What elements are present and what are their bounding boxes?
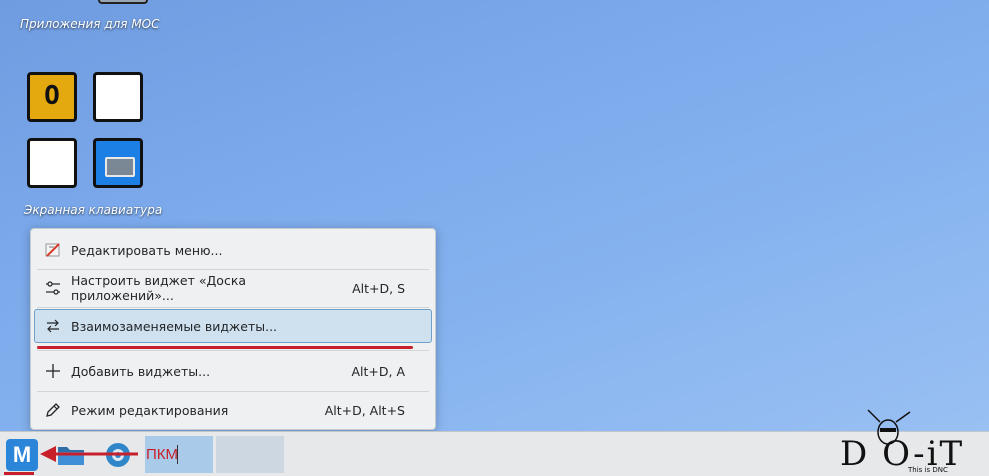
menu-item-edit-menu[interactable]: Редактировать меню... <box>34 233 432 267</box>
menu-item-shortcut: Alt+D, Alt+S <box>324 402 405 418</box>
task-item[interactable] <box>216 436 284 473</box>
edit-menu-icon <box>43 240 63 260</box>
desktop-icon-apps-label: Приложения для МОС <box>20 17 160 31</box>
menu-item-shortcut: Alt+D, S <box>352 280 405 296</box>
watermark-subtext: This is DNC <box>908 466 948 474</box>
menu-item-configure-widget[interactable]: Настроить виджет «Доска приложений»... A… <box>34 271 432 305</box>
taskbar: M ПКМ D O-iT This is DNC <box>0 409 989 476</box>
pencil-icon <box>43 400 63 420</box>
app-launcher-button[interactable]: M <box>6 439 38 471</box>
key-link-icon <box>93 138 143 188</box>
menu-separator <box>37 307 429 308</box>
launcher-active-indicator <box>4 472 34 475</box>
menu-separator <box>37 350 429 351</box>
annotation-underline <box>37 346 413 349</box>
context-menu: Редактировать меню... Настроить виджет «… <box>30 228 436 430</box>
menu-item-alternative-widgets[interactable]: Взаимозаменяемые виджеты... <box>34 309 432 343</box>
menu-item-add-widgets[interactable]: Добавить виджеты... Alt+D, A <box>34 354 432 388</box>
watermark-logo: D O-iT This is DNC <box>838 408 988 476</box>
menu-item-label: Режим редактирования <box>71 402 229 418</box>
desktop-icon-apps[interactable]: Приложения для МОС <box>20 0 170 36</box>
annotation-arrow <box>40 446 138 462</box>
menu-item-label: Редактировать меню... <box>71 242 223 258</box>
desktop-icon-keyboard-label: Экранная клавиатура <box>24 203 163 217</box>
apps-icon <box>98 0 148 4</box>
menu-separator <box>37 391 429 392</box>
key-o-icon: O <box>27 72 77 122</box>
swap-widgets-icon <box>43 316 63 336</box>
plus-icon <box>43 361 63 381</box>
key-o-letter: O <box>44 81 60 111</box>
launcher-letter: M <box>12 442 32 467</box>
annotation-label: ПКМ <box>146 446 179 463</box>
menu-item-label: Добавить виджеты... <box>71 363 211 379</box>
desktop-icon-keyboard[interactable]: O Экранная клавиатура <box>22 70 172 220</box>
key-blank-icon <box>93 72 143 122</box>
key-blank-icon <box>27 138 77 188</box>
menu-separator <box>37 269 429 270</box>
menu-item-label: Настроить виджет «Доска приложений»... <box>71 273 247 303</box>
configure-icon <box>43 278 63 298</box>
menu-item-edit-mode[interactable]: Режим редактирования Alt+D, Alt+S <box>34 393 432 427</box>
menu-item-shortcut: Alt+D, A <box>351 363 405 379</box>
menu-item-label: Взаимозаменяемые виджеты... <box>71 318 278 334</box>
text-cursor <box>177 445 178 464</box>
